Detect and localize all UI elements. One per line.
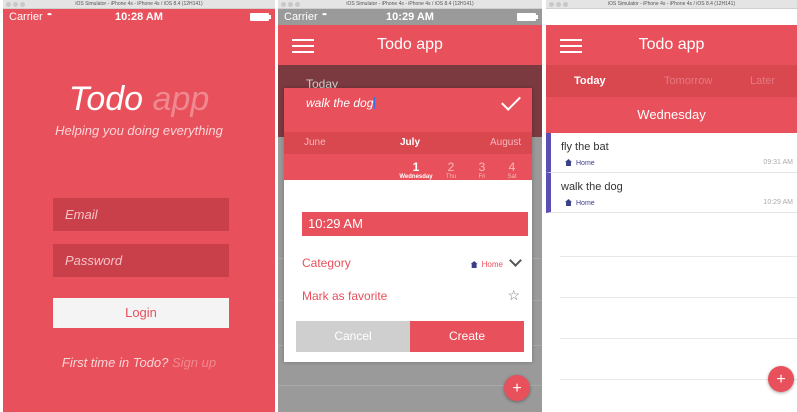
status-bar: Carrier 10:28 AM	[3, 9, 275, 25]
simulator-title: iOS Simulator - iPhone 4s - iPhone 4s / …	[75, 1, 203, 7]
category-label: Category	[302, 256, 351, 270]
day-option[interactable]: 3 Fri	[468, 160, 496, 180]
todo-list: fly the bat Home 09:31 AM walk the dog H…	[546, 133, 797, 213]
empty-row-divider	[560, 379, 797, 380]
home-icon	[470, 261, 478, 268]
battery-icon	[772, 13, 793, 21]
star-icon[interactable]: ☆	[507, 287, 520, 304]
month-current[interactable]: July	[400, 137, 420, 148]
todo-list-screen: iOS Simulator - iPhone 4s - iPhone 4s / …	[546, 0, 797, 412]
simulator-title-bar: iOS Simulator - iPhone 4s - iPhone 4s / …	[278, 0, 542, 9]
month-prev[interactable]: June	[304, 137, 326, 148]
favorite-row[interactable]: Mark as favorite ☆	[302, 287, 520, 304]
status-time: 10:29 AM	[647, 11, 696, 23]
modal-header: walk the dog June July August 1 Wednesday…	[284, 88, 532, 180]
time-picker-field[interactable]: 10:29 AM	[302, 212, 528, 236]
create-button[interactable]: Create	[410, 321, 524, 352]
day-option[interactable]: 2 Thu	[437, 160, 465, 180]
day-tabs: Today Tomorrow Later	[546, 65, 797, 97]
create-todo-screen: iOS Simulator - iPhone 4s - iPhone 4s / …	[278, 0, 542, 412]
simulator-title: iOS Simulator - iPhone 4s - iPhone 4s / …	[607, 1, 736, 7]
add-todo-button[interactable]: +	[504, 375, 530, 401]
background-divider	[278, 385, 542, 386]
todo-title: fly the bat	[561, 141, 609, 153]
nav-title: Todo app	[377, 36, 443, 53]
empty-row-divider	[560, 338, 797, 339]
home-icon	[565, 199, 572, 206]
home-icon	[565, 159, 572, 166]
app-tagline: Helping you doing everything	[55, 123, 223, 138]
status-bar: Carrier 10:29 AM	[278, 9, 542, 25]
email-field[interactable]	[53, 198, 229, 231]
list-item[interactable]: fly the bat Home 09:31 AM	[546, 133, 797, 173]
simulator-title: iOS Simulator - iPhone 4s - iPhone 4s / …	[346, 1, 474, 7]
window-controls[interactable]	[281, 2, 300, 7]
sign-up-link[interactable]: Sign up	[172, 355, 216, 370]
favorite-label: Mark as favorite	[302, 289, 388, 303]
battery-icon	[250, 13, 271, 21]
screenshot-stage: iOS Simulator - iPhone 4s - iPhone 4s / …	[0, 0, 797, 412]
day-option[interactable]: 4 Sat	[498, 160, 526, 180]
tab-later[interactable]: Later	[750, 75, 775, 87]
create-todo-modal: walk the dog June July August 1 Wednesday…	[284, 88, 532, 362]
tab-today[interactable]: Today	[574, 75, 606, 87]
simulator-title-bar: iOS Simulator - iPhone 4s - iPhone 4s / …	[546, 0, 797, 9]
add-todo-button[interactable]: +	[768, 366, 794, 392]
todo-category: Home	[565, 199, 595, 207]
login-screen: iOS Simulator - iPhone 4s - iPhone 4s / …	[3, 0, 275, 412]
first-time-prompt: First time in Todo? Sign up	[61, 355, 217, 370]
empty-row-divider	[560, 256, 797, 257]
simulator-title-bar: iOS Simulator - iPhone 4s - iPhone 4s / …	[3, 0, 275, 9]
tab-tomorrow[interactable]: Tomorrow	[664, 75, 712, 87]
todo-category: Home	[565, 159, 595, 167]
check-icon[interactable]	[501, 91, 521, 111]
window-controls[interactable]	[6, 2, 25, 7]
chevron-down-icon	[509, 254, 522, 267]
battery-icon	[517, 13, 538, 21]
todo-time: 10:29 AM	[763, 199, 793, 206]
cancel-button[interactable]: Cancel	[296, 321, 410, 352]
todo-title: walk the dog	[561, 181, 623, 193]
month-selector: June July August	[284, 132, 532, 154]
login-button[interactable]: Login	[53, 298, 229, 328]
status-time: 10:29 AM	[386, 11, 434, 23]
password-field[interactable]	[53, 244, 229, 277]
month-next[interactable]: August	[490, 137, 521, 148]
nav-title: Todo app	[638, 36, 705, 53]
todo-time: 09:31 AM	[763, 159, 793, 166]
category-selector[interactable]: Home	[470, 254, 522, 269]
day-option-selected[interactable]: 1 Wednesday	[396, 160, 436, 180]
list-item[interactable]: walk the dog Home 10:29 AM	[546, 173, 797, 213]
task-name-input[interactable]: walk the dog	[306, 96, 376, 110]
empty-row-divider	[560, 297, 797, 298]
app-logo: Todo app	[68, 80, 210, 118]
nav-bar: Todo app	[546, 25, 797, 65]
status-time: 10:28 AM	[115, 11, 163, 23]
window-controls[interactable]	[549, 2, 568, 7]
day-header: Wednesday	[546, 97, 797, 133]
status-bar: Carrier 10:29 AM	[546, 9, 797, 25]
nav-bar: Todo app	[278, 25, 542, 65]
text-caret	[374, 97, 376, 109]
category-row[interactable]: Category Home	[302, 254, 522, 270]
